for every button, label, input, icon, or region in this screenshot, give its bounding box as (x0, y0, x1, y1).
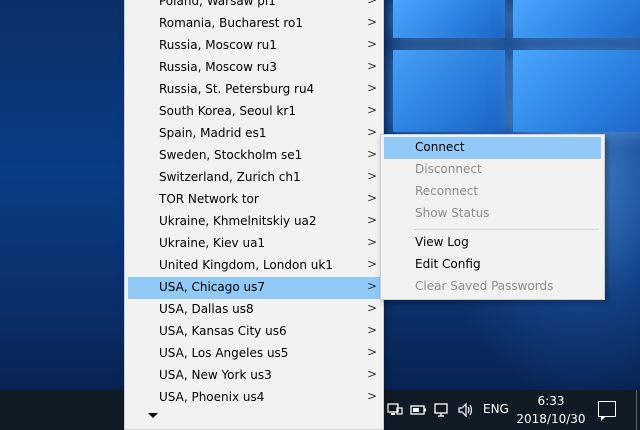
connect-menu-item[interactable]: Connect (384, 137, 601, 159)
menu-item-label: Connect (415, 140, 465, 154)
submenu-arrow-icon: > (367, 191, 378, 205)
menu-item-label: Russia, Moscow ru1 (159, 38, 277, 52)
menu-item-label: USA, Kansas City us6 (159, 324, 287, 338)
menu-item-server[interactable]: Sweden, Stockholm se1 > (128, 145, 380, 167)
menu-item-label: Clear Saved Passwords (415, 279, 554, 293)
menu-item-label: Russia, St. Petersburg ru4 (159, 82, 315, 96)
submenu-arrow-icon: > (367, 367, 378, 381)
submenu-arrow-icon: > (367, 147, 378, 161)
notification-icon[interactable] (598, 401, 616, 421)
submenu-arrow-icon: > (367, 257, 378, 271)
show-desktop-button[interactable] (636, 390, 637, 430)
menu-item-label: Edit Config (415, 257, 481, 271)
menu-item-label: Russia, Moscow ru3 (159, 60, 277, 74)
language-indicator[interactable]: ENG (483, 402, 509, 416)
menu-item-server[interactable]: United Kingdom, London uk1 > (128, 255, 380, 277)
submenu-arrow-icon: > (367, 37, 378, 51)
menu-item-label: Disconnect (415, 162, 482, 176)
menu-item-server[interactable]: USA, Los Angeles us5 > (128, 343, 380, 365)
server-menu: Poland, Warsaw pl1 > Romania, Bucharest … (124, 0, 384, 430)
menu-item-label: USA, Dallas us8 (159, 302, 254, 316)
menu-item-label: South Korea, Seoul kr1 (159, 104, 296, 118)
reconnect-menu-item: Reconnect (384, 181, 601, 203)
menu-item-label: TOR Network tor (159, 192, 259, 206)
submenu-arrow-icon: > (367, 103, 378, 117)
edit-config-menu-item[interactable]: Edit Config (384, 254, 601, 276)
submenu-arrow-icon: > (367, 15, 378, 29)
menu-item-server[interactable]: Ukraine, Khmelnitskiy ua2 > (128, 211, 380, 233)
clock[interactable]: 6:33 2018/10/30 (512, 392, 590, 428)
menu-item-label: USA, New York us3 (159, 368, 272, 382)
menu-item-label: Spain, Madrid es1 (159, 126, 267, 140)
menu-item-server-selected[interactable]: USA, Chicago us7 > (128, 277, 380, 299)
menu-item-server[interactable]: Poland, Warsaw pl1 > (128, 0, 380, 13)
clock-date: 2018/10/30 (516, 412, 586, 426)
submenu-arrow-icon: > (367, 323, 378, 337)
menu-item-server[interactable]: USA, New York us3 > (128, 365, 380, 387)
menu-item-server[interactable]: USA, Dallas us8 > (128, 299, 380, 321)
scroll-down-arrow-icon[interactable] (148, 413, 158, 418)
menu-item-label: USA, Los Angeles us5 (159, 346, 289, 360)
menu-item-label: Reconnect (415, 184, 479, 198)
menu-item-server[interactable]: Russia, St. Petersburg ru4 > (128, 79, 380, 101)
submenu-arrow-icon: > (367, 279, 378, 293)
submenu-arrow-icon: > (367, 59, 378, 73)
menu-item-label: Ukraine, Khmelnitskiy ua2 (159, 214, 317, 228)
menu-separator (414, 229, 599, 230)
submenu-arrow-icon: > (367, 235, 378, 249)
submenu-arrow-icon: > (367, 213, 378, 227)
battery-icon[interactable] (410, 402, 428, 418)
menu-item-label: USA, Chicago us7 (159, 280, 265, 294)
menu-item-server[interactable]: USA, Kansas City us6 > (128, 321, 380, 343)
menu-item-server[interactable]: Ukraine, Kiev ua1 > (128, 233, 380, 255)
connection-submenu: Connect Disconnect Reconnect Show Status… (380, 134, 605, 300)
submenu-arrow-icon: > (367, 81, 378, 95)
submenu-arrow-icon: > (367, 389, 378, 403)
clock-time: 6:33 (537, 394, 565, 408)
menu-item-server[interactable]: Switzerland, Zurich ch1 > (128, 167, 380, 189)
submenu-arrow-icon: > (367, 345, 378, 359)
submenu-arrow-icon: > (367, 0, 378, 7)
menu-item-server[interactable]: USA, Phoenix us4 > (128, 387, 380, 409)
menu-item-server[interactable]: Spain, Madrid es1 > (128, 123, 380, 145)
menu-item-label: Romania, Bucharest ro1 (159, 16, 303, 30)
menu-item-label: United Kingdom, London uk1 (159, 258, 333, 272)
menu-item-server[interactable]: TOR Network tor > (128, 189, 380, 211)
menu-item-label: Show Status (415, 206, 490, 220)
display-icon[interactable] (434, 402, 450, 418)
menu-item-label: Ukraine, Kiev ua1 (159, 236, 266, 250)
clear-saved-passwords-menu-item: Clear Saved Passwords (384, 276, 601, 298)
menu-item-server[interactable]: South Korea, Seoul kr1 > (128, 101, 380, 123)
submenu-arrow-icon: > (367, 125, 378, 139)
menu-item-label: Switzerland, Zurich ch1 (159, 170, 301, 184)
menu-item-server[interactable]: Russia, Moscow ru3 > (128, 57, 380, 79)
menu-item-label: Sweden, Stockholm se1 (159, 148, 303, 162)
volume-icon[interactable] (457, 402, 475, 418)
menu-item-server[interactable]: Romania, Bucharest ro1 > (128, 13, 380, 35)
submenu-arrow-icon: > (367, 301, 378, 315)
network-icon[interactable] (387, 402, 403, 418)
show-status-menu-item: Show Status (384, 203, 601, 225)
submenu-arrow-icon: > (367, 169, 378, 183)
menu-item-server[interactable]: Russia, Moscow ru1 > (128, 35, 380, 57)
menu-item-label: Poland, Warsaw pl1 (159, 0, 276, 8)
menu-item-label: View Log (415, 235, 469, 249)
view-log-menu-item[interactable]: View Log (384, 232, 601, 254)
disconnect-menu-item: Disconnect (384, 159, 601, 181)
menu-item-label: USA, Phoenix us4 (159, 390, 265, 404)
